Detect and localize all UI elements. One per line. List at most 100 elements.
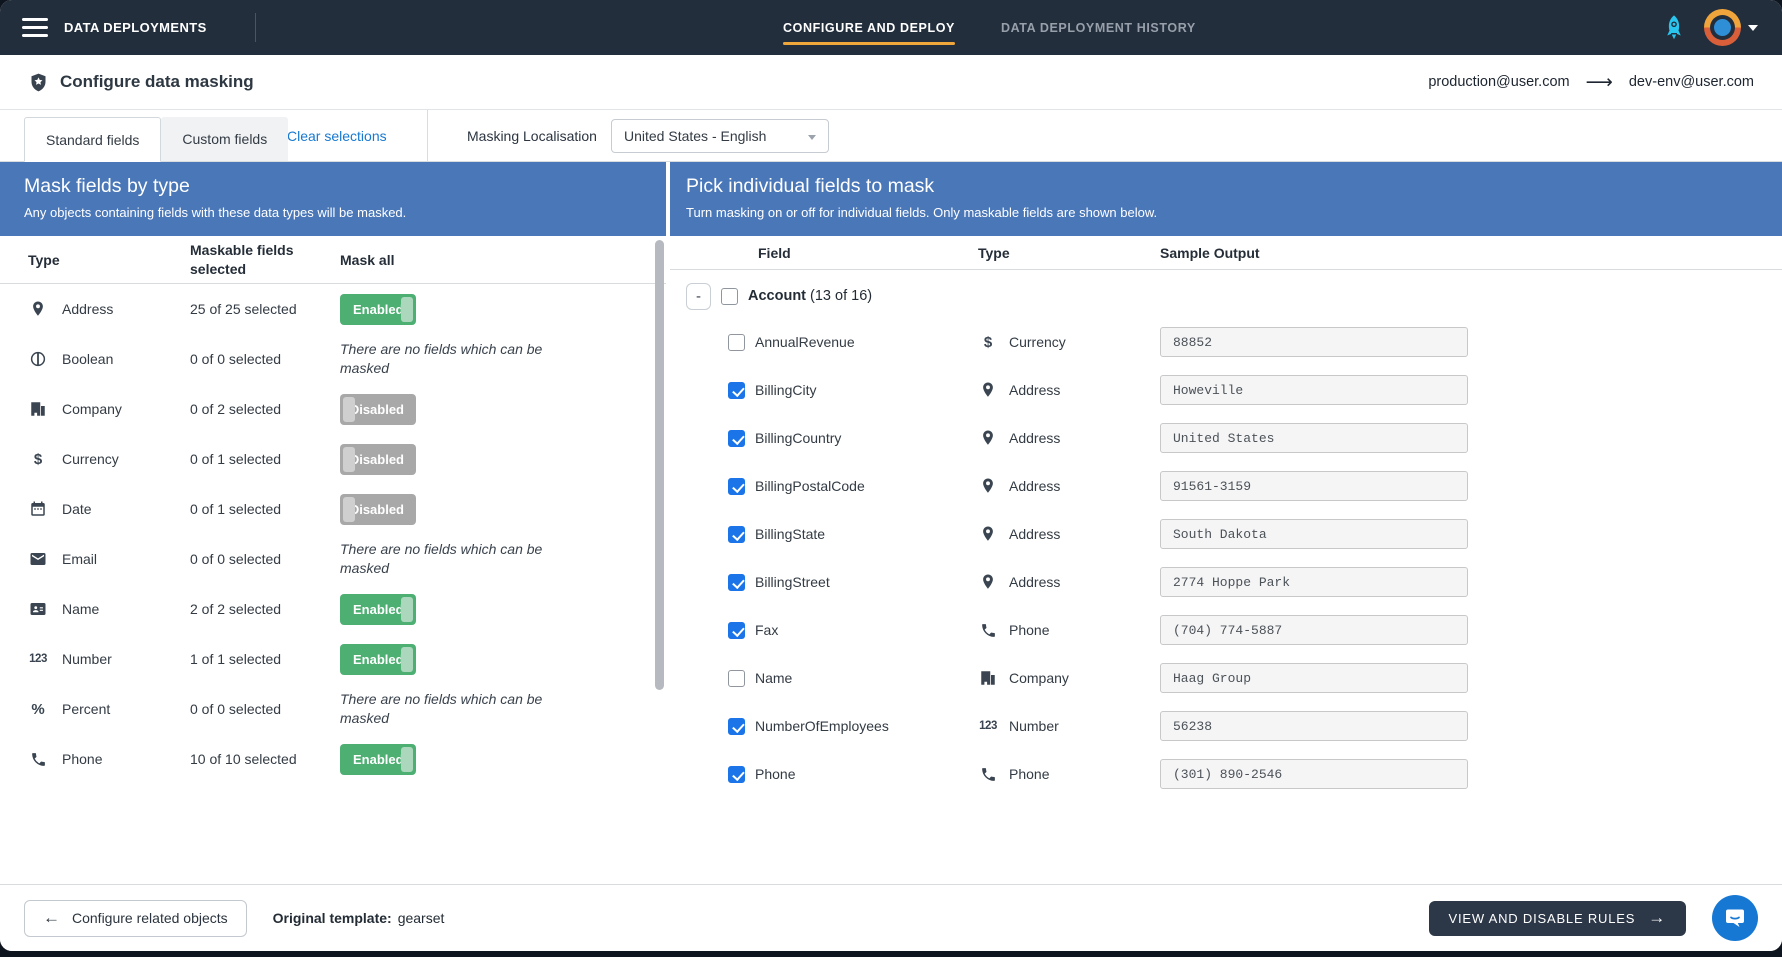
mask-type-row: Address 25 of 25 selected Enabled (0, 284, 666, 334)
configure-related-objects-button[interactable]: ← Configure related objects (24, 899, 247, 937)
original-template-label: Original template: (272, 910, 392, 926)
field-mask-checkbox[interactable] (728, 621, 745, 639)
masking-localisation-select[interactable]: United States - English (611, 119, 829, 153)
field-row: Phone Phone (301) 890-2546 (670, 750, 1782, 798)
mask-all-toggle[interactable]: Enabled (340, 643, 416, 675)
tab-standard-fields[interactable]: Standard fields (24, 117, 162, 162)
toolbar-divider (427, 110, 428, 161)
hamburger-menu-icon[interactable] (22, 18, 48, 37)
field-row: BillingCity Address Howeville (670, 366, 1782, 414)
column-header-mask-all: Mask all (340, 251, 395, 268)
clear-selections-link[interactable]: Clear selections (287, 110, 387, 161)
field-mask-checkbox[interactable] (728, 477, 745, 495)
field-type-label: Address (1009, 430, 1061, 446)
phone-icon (978, 622, 998, 639)
chevron-down-icon (1748, 24, 1758, 31)
individual-fields-table: Field Type Sample Output - Account (13 o… (670, 236, 1782, 884)
type-label: Number (62, 651, 112, 667)
field-mask-checkbox[interactable] (728, 333, 745, 351)
company-icon (28, 400, 48, 418)
maskable-fields-selected: 0 of 1 selected (190, 451, 282, 467)
sample-output-value: 56238 (1160, 711, 1468, 741)
chat-bubble-icon (1726, 909, 1744, 927)
mask-all-toggle[interactable]: Enabled (340, 593, 416, 625)
nav-tab-configure-and-deploy[interactable]: CONFIGURE AND DEPLOY (783, 0, 955, 55)
page-title-group: Configure data masking (28, 72, 254, 93)
mask-all-toggle[interactable]: Disabled (340, 443, 416, 475)
toggle-knob (401, 296, 413, 322)
mask-all-toggle[interactable]: Enabled (340, 743, 416, 775)
field-mask-checkbox[interactable] (728, 525, 745, 543)
column-header-type: Type (978, 244, 1010, 261)
sample-output-value: Haag Group (1160, 663, 1468, 693)
field-mask-checkbox[interactable] (728, 381, 745, 399)
user-menu[interactable] (1704, 9, 1758, 46)
mask-by-type-panel: Mask fields by type Any objects containi… (0, 162, 666, 884)
mask-all-toggle[interactable]: Disabled (340, 393, 416, 425)
type-label: Company (62, 401, 122, 417)
field-type-label: Phone (1009, 622, 1050, 638)
no-maskable-fields-note: There are no fields which can be masked (340, 341, 543, 376)
field-tabs: Standard fields Custom fields (24, 117, 289, 162)
type-label: Date (62, 501, 92, 517)
field-mask-checkbox[interactable] (728, 765, 745, 783)
maskable-fields-selected: 2 of 2 selected (190, 601, 282, 617)
rocket-icon[interactable] (1660, 13, 1688, 43)
masking-localisation-label: Masking Localisation (467, 127, 597, 144)
shield-icon (28, 72, 49, 93)
page-header: Configure data masking production@user.c… (0, 55, 1782, 110)
arrow-right-icon: → (1648, 908, 1666, 927)
toggle-knob (401, 746, 413, 772)
phone-icon (978, 766, 998, 783)
left-panel-scrollbar[interactable] (655, 240, 664, 690)
field-type-label: Address (1009, 382, 1061, 398)
mask-all-toggle[interactable]: Enabled (340, 293, 416, 325)
mask-by-type-table: Type Maskable fields selected Mask all A… (0, 236, 666, 884)
mask-type-row: Boolean 0 of 0 selected There are no field… (0, 334, 666, 384)
mask-all-toggle[interactable]: Disabled (340, 493, 416, 525)
maskable-fields-selected: 1 of 1 selected (190, 651, 282, 667)
nav-tab-data-deployment-history[interactable]: DATA DEPLOYMENT HISTORY (1001, 0, 1196, 55)
field-type-label: Company (1009, 670, 1069, 686)
address-icon (978, 573, 998, 591)
type-label: Address (62, 301, 114, 317)
sample-output-value: 88852 (1160, 327, 1468, 357)
toggle-knob (401, 596, 413, 622)
toolbar: Standard fields Custom fields Clear sele… (0, 110, 1782, 162)
field-row: Name Company Haag Group (670, 654, 1782, 702)
toggle-label: Enabled (353, 301, 404, 317)
column-header-sample-output: Sample Output (1160, 244, 1260, 261)
view-and-disable-rules-button[interactable]: VIEW AND DISABLE RULES → (1428, 900, 1686, 936)
percent-icon: % (31, 700, 45, 718)
number-icon: 123 (29, 653, 47, 665)
field-mask-checkbox[interactable] (728, 573, 745, 591)
type-label: Percent (62, 701, 111, 717)
field-mask-checkbox[interactable] (728, 669, 745, 687)
original-template: Original template: gearset (273, 910, 445, 926)
field-mask-checkbox[interactable] (728, 717, 745, 735)
boolean-icon (28, 350, 48, 368)
nav-divider (255, 13, 256, 42)
field-row: AnnualRevenue $ Currency 88852 (670, 318, 1782, 366)
sample-output-value: South Dakota (1160, 519, 1468, 549)
no-maskable-fields-note: There are no fields which can be masked (340, 541, 543, 576)
type-label: Currency (62, 451, 119, 467)
address-icon (978, 381, 998, 399)
chat-widget-button[interactable] (1712, 895, 1758, 941)
individual-fields-panel: Pick individual fields to mask Turn mask… (670, 162, 1782, 884)
sample-output-value: (301) 890-2546 (1160, 759, 1468, 789)
top-navbar: DATA DEPLOYMENTS CONFIGURE AND DEPLOY DA… (0, 0, 1782, 55)
arrow-right-icon: ⟶ (1585, 71, 1613, 93)
individual-fields-column-headers: Field Type Sample Output (670, 236, 1782, 270)
footer-bar: ← Configure related objects Original tem… (0, 884, 1782, 951)
object-group-checkbox[interactable] (721, 287, 738, 305)
toggle-knob (343, 396, 355, 422)
type-label: Name (62, 601, 100, 617)
gearset-avatar-icon (1704, 9, 1741, 46)
collapse-group-button[interactable]: - (686, 282, 711, 310)
mask-type-row: % Percent 0 of 0 selected There are no fiel… (0, 684, 666, 734)
type-label: Email (62, 551, 98, 567)
field-mask-checkbox[interactable] (728, 429, 745, 447)
tab-custom-fields[interactable]: Custom fields (161, 117, 289, 162)
email-icon (28, 550, 48, 568)
